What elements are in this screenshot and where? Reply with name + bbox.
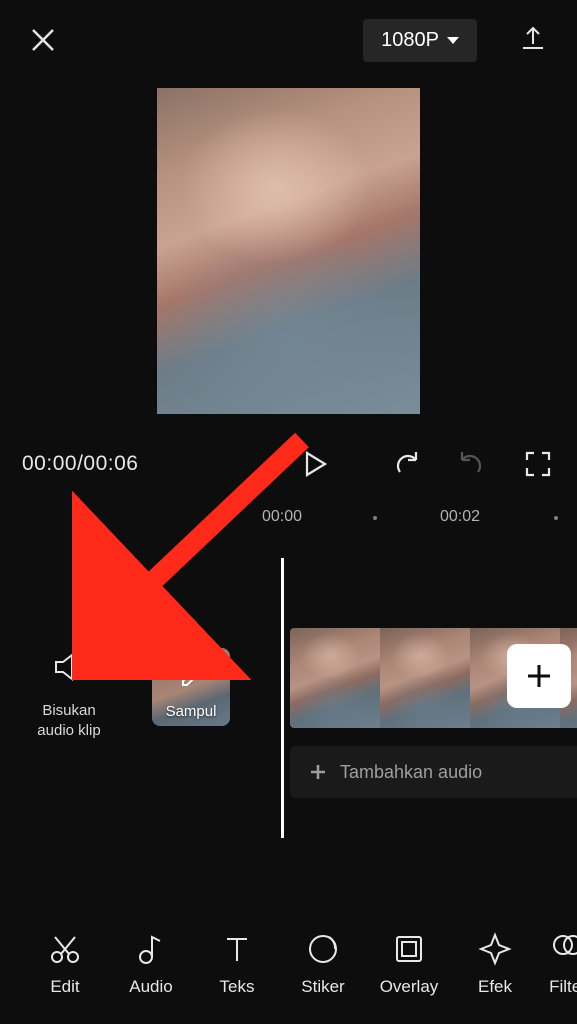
fullscreen-button[interactable]	[521, 447, 555, 481]
resolution-selector[interactable]: 1080P	[363, 19, 477, 62]
effects-tool[interactable]: Efek	[452, 931, 538, 997]
text-icon	[219, 931, 255, 967]
scissors-icon	[47, 931, 83, 967]
music-note-icon	[133, 931, 169, 967]
mute-label: Bisukan audio klip	[24, 701, 114, 740]
overlay-icon	[391, 931, 427, 967]
cover-label: Sampul	[166, 703, 217, 720]
redo-button[interactable]	[453, 447, 487, 481]
cover-button[interactable]: Sampul	[146, 648, 236, 740]
playhead[interactable]	[281, 558, 284, 838]
header-bar: 1080P	[0, 0, 577, 80]
mute-clip-button[interactable]: Bisukan audio klip	[24, 648, 114, 740]
bottom-toolbar: Edit Audio Teks Stiker Overlay Efek Filt…	[0, 904, 577, 1024]
clip-frame	[290, 628, 380, 728]
timeline-ruler[interactable]: 00:00 00:02	[0, 502, 577, 538]
undo-button[interactable]	[391, 447, 425, 481]
text-tool[interactable]: Teks	[194, 931, 280, 997]
edit-tool[interactable]: Edit	[22, 931, 108, 997]
add-audio-row[interactable]: Tambahkan audio	[290, 746, 577, 798]
sticker-icon	[305, 931, 341, 967]
clip-frame	[380, 628, 470, 728]
add-audio-label: Tambahkan audio	[340, 762, 482, 783]
resolution-label: 1080P	[381, 29, 439, 52]
time-display: 00:00/00:06	[22, 452, 138, 476]
overlay-tool[interactable]: Overlay	[366, 931, 452, 997]
timeline-area[interactable]: Bisukan audio klip Sampul Tambahkan audi…	[0, 558, 577, 858]
plus-icon	[522, 659, 556, 693]
ruler-dot	[373, 516, 377, 520]
add-clip-button[interactable]	[507, 644, 571, 708]
playback-controls: 00:00/00:06	[0, 434, 577, 494]
sticker-tool[interactable]: Stiker	[280, 931, 366, 997]
ruler-tick-1: 00:02	[440, 508, 480, 526]
pencil-icon	[180, 666, 202, 688]
audio-tool[interactable]: Audio	[108, 931, 194, 997]
play-button[interactable]	[297, 447, 331, 481]
video-preview[interactable]	[157, 88, 420, 414]
close-button[interactable]	[28, 25, 58, 55]
cover-thumbnail: Sampul	[152, 648, 230, 726]
preview-area	[0, 80, 577, 434]
chevron-down-icon	[447, 37, 459, 44]
filter-tool[interactable]: Filter	[538, 931, 577, 997]
export-button[interactable]	[517, 22, 549, 59]
sparkle-icon	[477, 931, 513, 967]
filter-icon	[550, 931, 577, 967]
ruler-tick-0: 00:00	[262, 508, 302, 526]
plus-icon	[308, 762, 328, 782]
ruler-dot	[554, 516, 558, 520]
